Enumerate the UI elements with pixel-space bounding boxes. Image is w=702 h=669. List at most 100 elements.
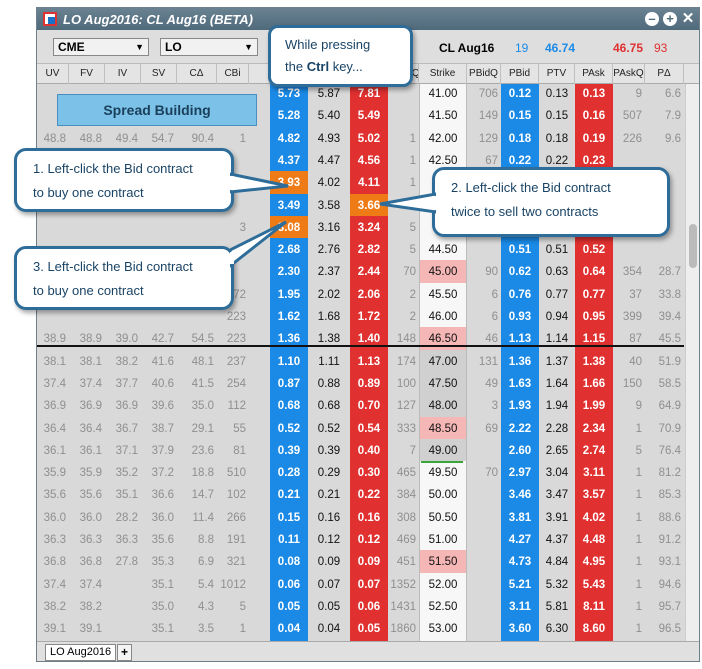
cell-pbid[interactable]: 1.13 xyxy=(501,327,539,352)
cell-pbid[interactable]: 0.15 xyxy=(501,104,539,129)
cell-cbid[interactable]: 0.68 xyxy=(270,394,308,419)
cell-pask[interactable]: 0.19 xyxy=(575,126,613,151)
cell-pask[interactable]: 1.38 xyxy=(575,349,613,374)
cell-pbid[interactable]: 3.46 xyxy=(501,483,539,508)
cell-pbid[interactable]: 2.60 xyxy=(501,438,539,463)
cell-pask[interactable]: 4.48 xyxy=(575,528,613,552)
cell-pbid[interactable]: 1.36 xyxy=(501,349,539,374)
cell-cbid[interactable]: 5.28 xyxy=(270,104,308,129)
column-header[interactable]: PBid xyxy=(501,64,539,84)
close-icon[interactable]: ✕ xyxy=(681,11,695,26)
cell-pask[interactable]: 0.13 xyxy=(575,84,613,106)
cell-pask[interactable]: 0.95 xyxy=(575,305,613,329)
cell-cask[interactable]: 3.24 xyxy=(350,215,388,240)
cell-cbid[interactable]: 0.11 xyxy=(270,528,308,552)
cell-pbid[interactable]: 0.12 xyxy=(501,84,539,106)
column-header[interactable]: FV xyxy=(69,64,105,84)
cell-pbid[interactable]: 0.18 xyxy=(501,126,539,151)
add-icon[interactable]: + xyxy=(663,12,677,26)
cell-pask[interactable]: 0.64 xyxy=(575,260,613,285)
cell-cask[interactable]: 0.12 xyxy=(350,528,388,552)
exchange-dropdown[interactable]: CME ▼ xyxy=(53,38,149,56)
cell-pbid[interactable]: 4.27 xyxy=(501,528,539,552)
cell-cbid[interactable]: 0.21 xyxy=(270,483,308,508)
cell-cask[interactable]: 5.02 xyxy=(350,126,388,151)
cell-cbid[interactable]: 0.87 xyxy=(270,371,308,396)
cell-pbid[interactable]: 1.93 xyxy=(501,394,539,419)
cell-pask[interactable]: 3.11 xyxy=(575,461,613,486)
cell-cask[interactable]: 1.13 xyxy=(350,349,388,374)
cell-pask[interactable]: 2.74 xyxy=(575,438,613,463)
cell-cbid[interactable]: 1.95 xyxy=(270,282,308,307)
cell-pask[interactable]: 2.34 xyxy=(575,416,613,441)
cell-cask[interactable]: 0.06 xyxy=(350,594,388,619)
cell-pbid[interactable]: 0.51 xyxy=(501,238,539,263)
cell-cask[interactable]: 1.40 xyxy=(350,327,388,352)
column-header[interactable]: PΔ xyxy=(645,64,684,84)
column-header[interactable]: SV xyxy=(141,64,177,84)
cell-cbid[interactable]: 0.08 xyxy=(270,550,308,575)
cell-pask[interactable]: 4.95 xyxy=(575,550,613,575)
column-header[interactable]: IV xyxy=(105,64,141,84)
column-header[interactable]: PAsk xyxy=(575,64,613,84)
cell-cask[interactable]: 0.16 xyxy=(350,505,388,530)
cell-cask[interactable]: 0.54 xyxy=(350,416,388,441)
minimize-icon[interactable]: – xyxy=(645,12,659,26)
cell-cask[interactable]: 2.44 xyxy=(350,260,388,285)
cell-pask[interactable]: 3.57 xyxy=(575,483,613,508)
scrollbar-thumb[interactable] xyxy=(689,224,697,268)
cell-cbid[interactable]: 0.04 xyxy=(270,617,308,641)
cell-cbid[interactable]: 0.15 xyxy=(270,505,308,530)
cell-pbid[interactable]: 1.63 xyxy=(501,371,539,396)
cell-pask[interactable]: 1.15 xyxy=(575,327,613,352)
cell-pask[interactable]: 0.52 xyxy=(575,238,613,263)
cell-cask[interactable]: 7.81 xyxy=(350,84,388,106)
cell-pbid[interactable]: 2.97 xyxy=(501,461,539,486)
cell-cbid[interactable]: 4.82 xyxy=(270,126,308,151)
cell-cbid[interactable]: 0.52 xyxy=(270,416,308,441)
cell-pbid[interactable]: 5.21 xyxy=(501,572,539,597)
column-header[interactable]: CΔ xyxy=(177,64,217,84)
product-dropdown[interactable]: LO ▼ xyxy=(160,38,258,56)
cell-cask[interactable]: 4.56 xyxy=(350,148,388,173)
cell-cbid[interactable]: 0.05 xyxy=(270,594,308,619)
cell-pask[interactable]: 5.43 xyxy=(575,572,613,597)
cell-cask[interactable]: 0.22 xyxy=(350,483,388,508)
column-header[interactable]: UV xyxy=(37,64,69,84)
cell-pbid[interactable]: 0.93 xyxy=(501,305,539,329)
cell-pbid[interactable]: 0.76 xyxy=(501,282,539,307)
cell-cbid[interactable]: 1.10 xyxy=(270,349,308,374)
cell-pbid[interactable]: 4.73 xyxy=(501,550,539,575)
cell-cbid[interactable]: 0.06 xyxy=(270,572,308,597)
column-header[interactable]: PTV xyxy=(539,64,575,84)
cell-pask[interactable]: 0.16 xyxy=(575,104,613,129)
cell-cask[interactable]: 0.07 xyxy=(350,572,388,597)
cell-pask[interactable]: 4.02 xyxy=(575,505,613,530)
column-header[interactable]: PBidQ xyxy=(467,64,501,84)
cell-pbid[interactable]: 3.60 xyxy=(501,617,539,641)
cell-cask[interactable]: 0.40 xyxy=(350,438,388,463)
cell-pbid[interactable]: 3.11 xyxy=(501,594,539,619)
cell-cbid[interactable]: 1.36 xyxy=(270,327,308,352)
cell-pask[interactable]: 8.11 xyxy=(575,594,613,619)
cell-cask[interactable]: 2.06 xyxy=(350,282,388,307)
tab-lo-aug2016[interactable]: LO Aug2016 xyxy=(45,644,117,661)
cell-cask[interactable]: 0.05 xyxy=(350,617,388,641)
cell-pask[interactable]: 1.99 xyxy=(575,394,613,419)
cell-cask[interactable]: 2.82 xyxy=(350,238,388,263)
cell-cbid[interactable]: 1.62 xyxy=(270,305,308,329)
cell-cbid[interactable]: 0.39 xyxy=(270,438,308,463)
cell-pask[interactable]: 1.66 xyxy=(575,371,613,396)
cell-pbid[interactable]: 2.22 xyxy=(501,416,539,441)
cell-cask[interactable]: 0.30 xyxy=(350,461,388,486)
vertical-scrollbar[interactable] xyxy=(685,84,699,641)
cell-pask[interactable]: 0.77 xyxy=(575,282,613,307)
cell-cask[interactable]: 1.72 xyxy=(350,305,388,329)
cell-cbid[interactable]: 5.73 xyxy=(270,84,308,106)
cell-cask[interactable]: 5.49 xyxy=(350,104,388,129)
cell-pask[interactable]: 8.60 xyxy=(575,617,613,641)
column-header[interactable]: PAskQ xyxy=(613,64,645,84)
column-header[interactable]: Strike xyxy=(419,64,467,84)
column-header[interactable]: CBi xyxy=(217,64,249,84)
cell-cask[interactable]: 0.09 xyxy=(350,550,388,575)
